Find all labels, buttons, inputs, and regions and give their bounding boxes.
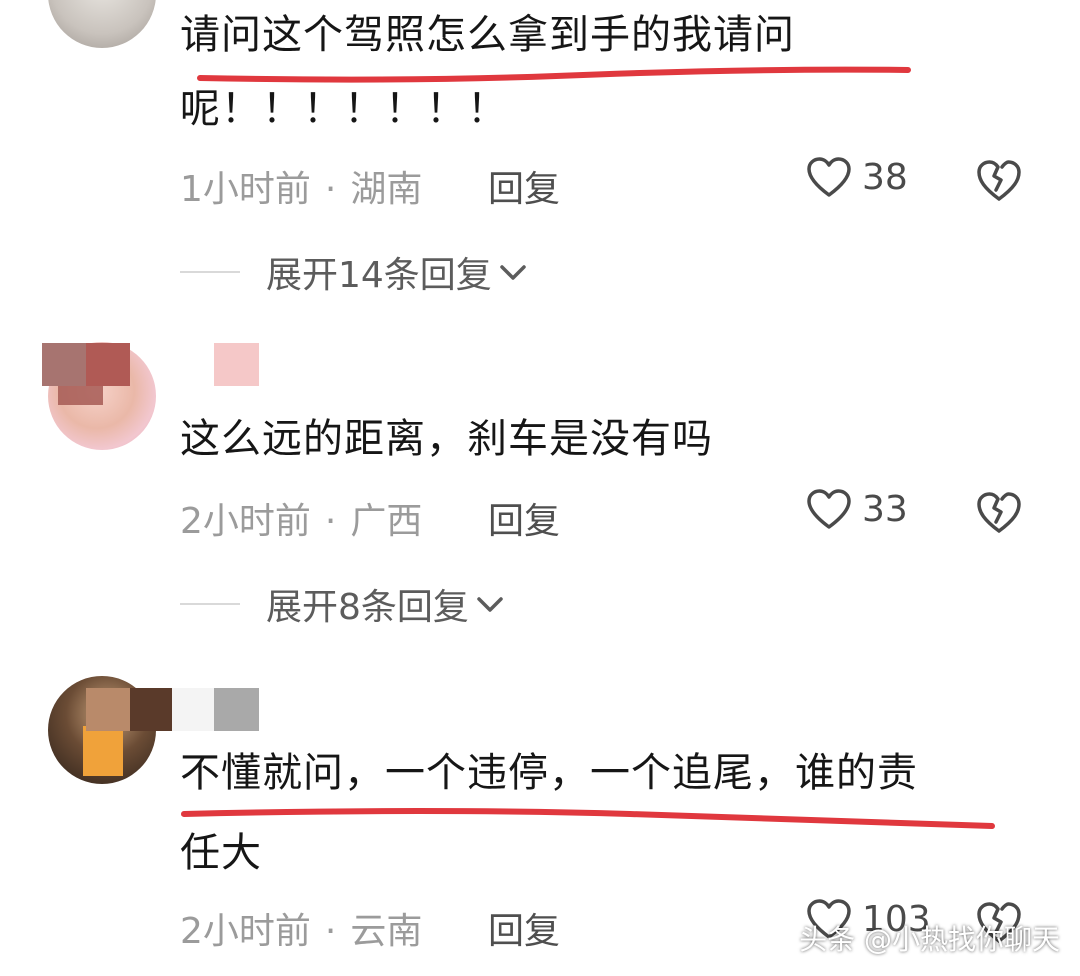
comment-time: 2小时前 xyxy=(180,911,311,952)
reply-button[interactable]: 回复 xyxy=(488,160,560,212)
like-count: 38 xyxy=(862,156,908,198)
like-button[interactable]: 33 xyxy=(806,488,908,530)
username-mosaic xyxy=(86,688,130,731)
chevron-down-icon xyxy=(500,265,526,280)
separator: · xyxy=(324,169,337,210)
divider-line xyxy=(180,603,240,605)
username-mosaic xyxy=(214,688,259,731)
red-underline xyxy=(181,808,995,829)
comment-location: 湖南 xyxy=(350,169,423,210)
broken-heart-icon[interactable] xyxy=(976,490,1022,534)
comment-meta: 2小时前 · 云南 xyxy=(180,902,422,954)
expand-replies-label: 展开8条回复 xyxy=(266,587,469,628)
username-mosaic xyxy=(214,343,259,386)
comment-time: 2小时前 xyxy=(180,501,311,542)
divider-line xyxy=(180,271,240,273)
username-mosaic xyxy=(130,688,174,731)
username-mosaic xyxy=(86,343,130,386)
like-count: 33 xyxy=(862,488,908,530)
expand-replies-label: 展开14条回复 xyxy=(266,255,492,296)
separator: · xyxy=(324,911,337,952)
comment-text-continued: 任大 xyxy=(180,830,262,876)
watermark: 头条 @小热找你聊天 xyxy=(799,923,1060,956)
comment-text: 这么远的距离，刹车是没有吗 xyxy=(180,416,713,462)
comment-text: 不懂就问，一个违停，一个追尾，谁的责 xyxy=(180,750,918,796)
username-mosaic xyxy=(172,688,216,731)
comment-location: 广西 xyxy=(350,501,423,542)
comment-time: 1小时前 xyxy=(180,169,311,210)
comment-text-continued: 呢！！！！！！！ xyxy=(180,86,508,132)
avatar[interactable] xyxy=(48,0,156,48)
separator: · xyxy=(324,501,337,542)
expand-replies-button[interactable]: 展开8条回复 xyxy=(180,578,505,630)
comment-meta: 1小时前 · 湖南 xyxy=(180,160,422,212)
chevron-down-icon xyxy=(477,597,503,612)
comment-meta: 2小时前 · 广西 xyxy=(180,492,422,544)
reply-button[interactable]: 回复 xyxy=(488,902,560,954)
expand-replies-button[interactable]: 展开14条回复 xyxy=(180,246,528,298)
comment-location: 云南 xyxy=(350,911,423,952)
broken-heart-icon[interactable] xyxy=(976,158,1022,202)
reply-button[interactable]: 回复 xyxy=(488,492,560,544)
heart-outline-icon xyxy=(807,157,851,197)
heart-outline-icon xyxy=(807,489,851,529)
like-button[interactable]: 38 xyxy=(806,156,908,198)
